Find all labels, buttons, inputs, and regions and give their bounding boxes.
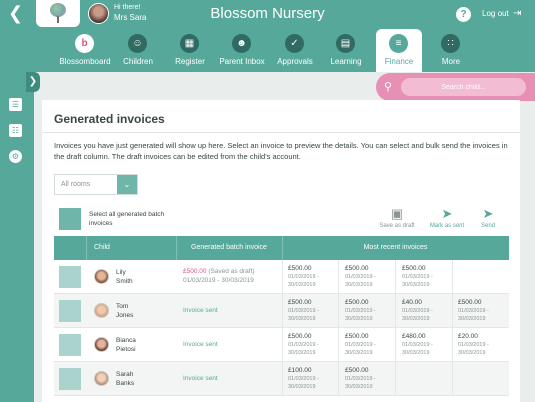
recent-invoice-cell[interactable]: £500.00 01/03/2019 -30/03/2019 [288, 299, 340, 323]
table-row[interactable]: Lily Smith £500.00 (Saved as draft) 01/03/… [54, 260, 509, 294]
save-draft-button[interactable]: ▣ Save as draft [377, 206, 417, 229]
nav-children[interactable]: ☺ Children [116, 29, 160, 72]
divider [42, 132, 520, 133]
send-plane-icon: ➤ [482, 206, 494, 221]
invoice-sent-status[interactable]: Invoice sent [183, 375, 218, 382]
room-filter-value: All rooms [61, 181, 91, 188]
side-rail: ☰ ☷ ⚙ [0, 72, 34, 402]
logout-icon[interactable]: ⇥ [513, 8, 525, 19]
nav-blossomboard[interactable]: b Blossomboard [56, 29, 114, 72]
top-bar: ❮ Hi there! Mrs Sara Blossom Nursery ? L… [0, 0, 535, 29]
search-bar: ⚲ [376, 73, 535, 101]
nav-parent-inbox[interactable]: ☻ Parent Inbox [214, 29, 270, 72]
recent-invoice-cell[interactable]: £480.00 01/03/2019 -30/03/2019 [402, 333, 454, 357]
recent-invoice-cell[interactable]: £500.00 01/03/2019 -30/03/2019 [458, 299, 510, 323]
nav-learning[interactable]: ▤ Learning [324, 29, 368, 72]
greeting-text: Hi there! [114, 4, 141, 11]
floppy-disk-icon: ▣ [390, 206, 404, 221]
child-name: Lily Smith [116, 269, 133, 285]
row-checkbox[interactable] [59, 334, 81, 356]
select-all-checkbox[interactable] [59, 208, 81, 230]
user-avatar[interactable] [88, 3, 109, 24]
tree-icon [50, 3, 66, 17]
book-icon: ▤ [336, 34, 355, 53]
logout-link[interactable]: Log out [482, 9, 509, 18]
b-logo-icon: b [75, 34, 94, 53]
page-title: Generated invoices [54, 112, 165, 126]
child-avatar [94, 303, 109, 318]
table-row[interactable]: Tom Jones Invoice sent £500.00 01/03/2019 … [54, 294, 509, 328]
invoice-sent-status[interactable]: Invoice sent [183, 341, 218, 348]
user-name: Mrs Sara [114, 13, 147, 22]
room-filter-select[interactable]: All rooms ⌄ [54, 174, 138, 195]
table-row[interactable]: Sarah Banks Invoice sent £100.00 01/03/201… [54, 362, 509, 396]
document-icon[interactable]: ☰ [9, 98, 22, 111]
recent-invoice-cell[interactable]: £500.00 01/03/2019 -30/03/2019 [288, 333, 340, 357]
mark-sent-button[interactable]: ➤ Mark as sent [424, 206, 470, 229]
child-avatar [94, 337, 109, 352]
table-header: Child Generated batch invoice Most recen… [54, 236, 509, 260]
nav-approvals[interactable]: ✓ Approvals [272, 29, 318, 72]
recent-invoice-cell[interactable]: £40.00 01/03/2019 -30/03/2019 [402, 299, 454, 323]
table-row[interactable]: Bianca Pietosi Invoice sent £500.00 01/03/… [54, 328, 509, 362]
recent-invoice-cell[interactable]: £500.00 01/03/2019 -30/03/2019 [402, 265, 454, 289]
select-all-label: Select all generated batch invoices [89, 211, 165, 227]
row-checkbox[interactable] [59, 300, 81, 322]
smiley-icon: ☺ [128, 34, 147, 53]
recent-invoice-cell[interactable]: £500.00 01/03/2019 -30/03/2019 [345, 265, 397, 289]
chevron-down-icon: ⌄ [117, 175, 137, 194]
nav-more[interactable]: ∷ More [430, 29, 472, 72]
child-avatar [94, 371, 109, 386]
list-icon[interactable]: ☷ [9, 124, 22, 137]
calendar-icon: ▦ [180, 34, 199, 53]
sidebar-toggle-chevron-icon[interactable]: ❯ [26, 72, 40, 92]
chart-icon: ≡ [389, 34, 408, 53]
parent-icon: ☻ [232, 34, 251, 53]
search-input[interactable] [401, 78, 526, 96]
row-checkbox[interactable] [59, 266, 81, 288]
app-title: Blossom Nursery [210, 5, 325, 22]
grid-icon: ∷ [441, 34, 460, 53]
recent-invoice-cell[interactable]: £500.00 01/03/2019 -30/03/2019 [288, 265, 340, 289]
main-nav: b Blossomboard ☺ Children ▦ Register ☻ P… [0, 29, 535, 72]
settings-icon[interactable]: ⚙ [9, 150, 22, 163]
nav-register[interactable]: ▦ Register [168, 29, 212, 72]
child-name: Bianca Pietosi [116, 337, 136, 353]
recent-invoice-cell[interactable]: £500.00 01/03/2019 -30/03/2019 [345, 367, 397, 391]
invoices-card: Generated invoices Invoices you have jus… [42, 100, 520, 402]
col-child-header: Child [94, 244, 110, 251]
col-recent-header: Most recent invoices [363, 244, 428, 251]
recent-invoice-cell[interactable]: £20.00 01/03/2019 -30/03/2019 [458, 333, 510, 357]
description-text: Invoices you have just generated will sh… [54, 141, 508, 161]
help-icon[interactable]: ? [456, 7, 471, 22]
batch-invoice-cell[interactable]: £500.00 (Saved as draft) 01/03/2019 - 30/… [183, 267, 281, 285]
nav-finance[interactable]: ≡ Finance [376, 29, 422, 72]
paper-plane-icon: ➤ [441, 206, 453, 221]
clipboard-icon: ✓ [285, 34, 304, 53]
col-batch-header: Generated batch invoice [191, 244, 267, 251]
child-name: Sarah Banks [116, 371, 135, 387]
recent-invoice-cell[interactable]: £500.00 01/03/2019 -30/03/2019 [345, 299, 397, 323]
nursery-logo[interactable] [36, 0, 80, 27]
send-button[interactable]: ➤ Send [474, 206, 502, 229]
back-arrow-icon[interactable]: ❮ [8, 5, 26, 23]
recent-invoice-cell[interactable]: £500.00 01/03/2019 -30/03/2019 [345, 333, 397, 357]
recent-invoice-cell[interactable]: £100.00 01/03/2019 -30/03/2019 [288, 367, 340, 391]
invoice-sent-status[interactable]: Invoice sent [183, 307, 218, 314]
row-checkbox[interactable] [59, 368, 81, 390]
child-avatar [94, 269, 109, 284]
child-name: Tom Jones [116, 303, 134, 319]
search-icon: ⚲ [384, 81, 393, 93]
